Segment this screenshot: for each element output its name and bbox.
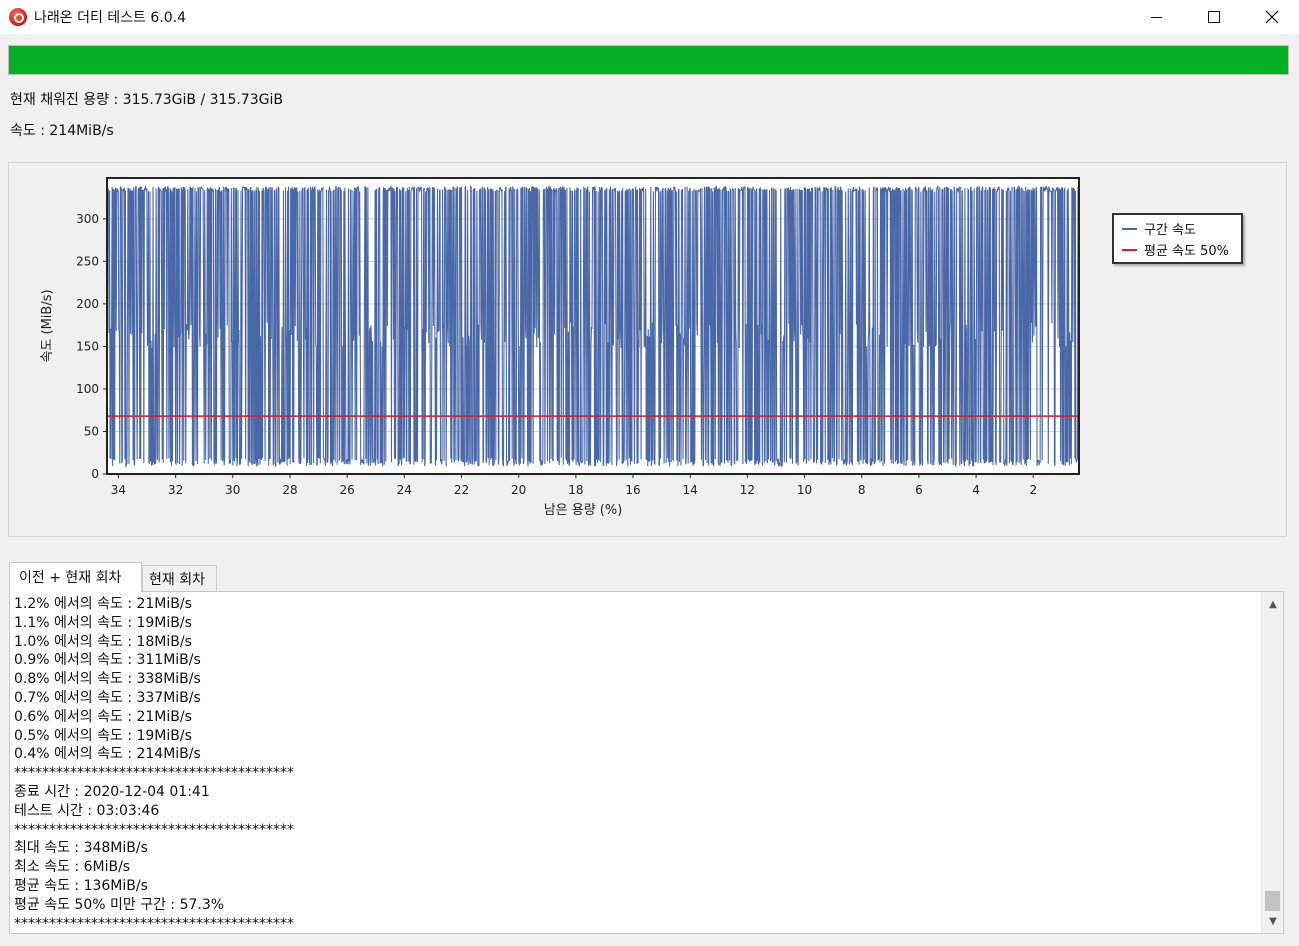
- y-tick-label: 100: [76, 382, 99, 396]
- log-line: 1.0% 에서의 속도 : 18MiB/s: [14, 633, 192, 650]
- log-line: 0.4% 에서의 속도 : 214MiB/s: [14, 746, 201, 763]
- log-line: 0.9% 에서의 속도 : 311MiB/s: [14, 652, 201, 669]
- tab-previous-and-current[interactable]: 이전 + 현재 회차: [9, 562, 142, 592]
- x-tick-label: 34: [111, 483, 126, 497]
- log-textbox[interactable]: 1.2% 에서의 속도 : 21MiB/s 1.1% 에서의 속도 : 19MiB…: [9, 591, 1284, 934]
- window-title: 나래온 더티 테스트 6.0.4: [34, 10, 187, 26]
- x-tick-label: 28: [282, 483, 297, 497]
- log-line: 평균 속도 : 136MiB/s: [14, 877, 148, 894]
- minimize-button[interactable]: [1127, 0, 1185, 34]
- speed-chart: 05010015020025030034 32 30 28 26 24 22 20 18 16 14…: [40, 177, 1080, 518]
- tab-current[interactable]: 현재 회차: [142, 565, 217, 591]
- legend-swatch-interval-speed: [1122, 227, 1137, 230]
- speed-label: 속도 : 214MiB/s: [10, 123, 114, 139]
- title-bar: 나래온 더티 테스트 6.0.4: [0, 0, 1299, 34]
- log-line: ****************************************: [14, 821, 294, 838]
- x-tick-label: 24: [397, 483, 412, 497]
- x-tick-label: 14: [683, 483, 698, 497]
- legend-label: 평균 속도 50%: [1144, 244, 1229, 259]
- legend-label: 구간 속도: [1144, 223, 1196, 238]
- chart-panel: 0 50 100 150 200 250 300 34 32 30 28 26 24 22 20 18 16 14…: [8, 162, 1287, 537]
- close-icon: [1265, 10, 1279, 24]
- close-button[interactable]: [1243, 0, 1299, 34]
- log-lines: 1.2% 에서의 속도 : 21MiB/s 1.1% 에서의 속도 : 19MiB…: [14, 595, 294, 933]
- app-icon: [9, 8, 27, 26]
- x-tick-label: 10: [797, 483, 812, 497]
- scroll-down-icon[interactable]: ▼: [1266, 914, 1280, 928]
- log-line: 0.8% 에서의 속도 : 338MiB/s: [14, 671, 201, 688]
- log-line: ****************************************: [14, 915, 294, 932]
- log-line: 1.2% 에서의 속도 : 21MiB/s: [14, 596, 192, 612]
- log-line: 0.6% 에서의 속도 : 21MiB/s: [14, 708, 192, 725]
- y-tick-label: 300: [76, 212, 99, 226]
- x-tick-label: 22: [454, 483, 469, 497]
- x-tick-label: 8: [858, 483, 866, 497]
- x-axis-title: 남은 용량 (%): [544, 503, 623, 518]
- legend-item-average-speed: 평균 속도 50%: [1122, 240, 1229, 259]
- x-tick-label: 20: [511, 483, 526, 497]
- x-tick-label: 6: [915, 483, 923, 497]
- x-tick-label: 30: [225, 483, 240, 497]
- log-line: 평균 속도 50% 미만 구간 : 57.3%: [14, 896, 225, 913]
- progress-bar: [8, 45, 1289, 75]
- x-tick-label: 4: [972, 483, 980, 497]
- x-tick-label: 32: [168, 483, 183, 497]
- capacity-label: 현재 채워진 용량 : 315.73GiB / 315.73GiB: [10, 92, 283, 108]
- y-tick-label: 200: [76, 297, 99, 311]
- maximize-icon: [1208, 11, 1220, 23]
- legend-item-interval-speed: 구간 속도: [1122, 219, 1196, 238]
- x-tick-label: 18: [568, 483, 583, 497]
- x-tick-label: 12: [740, 483, 755, 497]
- x-tick-label: 2: [1029, 483, 1037, 497]
- legend-swatch-average-speed: [1122, 248, 1137, 251]
- y-axis-title: 속도 (MiB/s): [40, 289, 55, 362]
- log-line: 테스트 시간 : 03:03:46: [14, 802, 160, 819]
- log-line: 0.5% 에서의 속도 : 19MiB/s: [14, 727, 192, 744]
- log-line: 종료 시간 : 2020-12-04 01:41: [14, 783, 210, 800]
- scroll-thumb[interactable]: [1265, 891, 1280, 911]
- x-tick-label: 26: [340, 483, 355, 497]
- log-line: 1.1% 에서의 속도 : 19MiB/s: [14, 614, 192, 631]
- log-line: 최소 속도 : 6MiB/s: [14, 859, 131, 876]
- y-tick-label: 0: [91, 467, 99, 481]
- log-line: 0.7% 에서의 속도 : 337MiB/s: [14, 689, 201, 706]
- log-line: ****************************************: [14, 765, 294, 782]
- vertical-scrollbar[interactable]: ▲ ▼: [1261, 592, 1283, 933]
- minimize-icon: [1150, 16, 1162, 18]
- y-tick-label: 250: [76, 254, 99, 268]
- progress-fill: [9, 46, 1288, 74]
- log-line: 최대 속도 : 348MiB/s: [14, 840, 148, 857]
- maximize-button[interactable]: [1185, 0, 1243, 34]
- chart-legend: 구간 속도 평균 속도 50%: [1112, 213, 1243, 264]
- x-tick-label: 16: [625, 483, 640, 497]
- y-tick-label: 50: [84, 424, 99, 438]
- y-tick-label: 150: [76, 339, 99, 353]
- scroll-up-icon[interactable]: ▲: [1266, 597, 1280, 611]
